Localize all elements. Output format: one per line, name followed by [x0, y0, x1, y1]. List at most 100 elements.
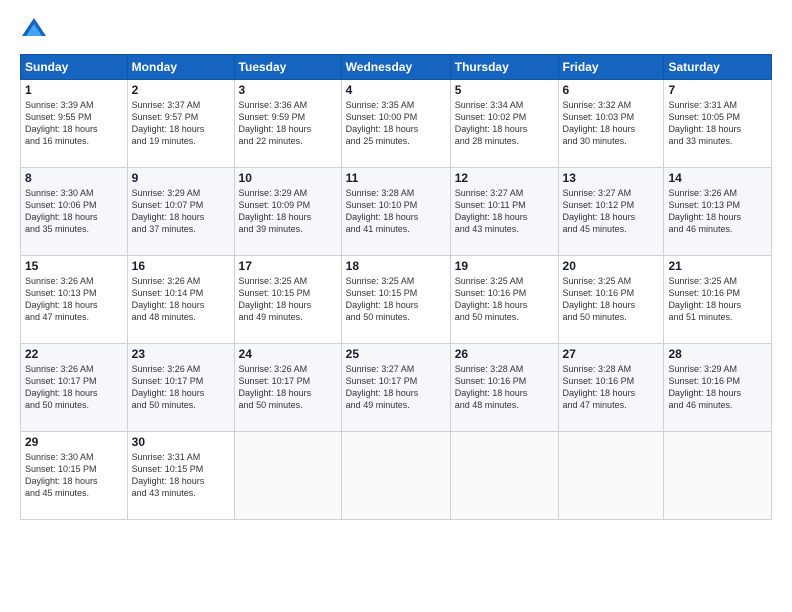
calendar-cell: 17 Sunrise: 3:25 AMSunset: 10:15 PMDaylig… — [234, 256, 341, 344]
day-detail: Sunrise: 3:26 AMSunset: 10:17 PMDaylight… — [132, 363, 230, 412]
day-number: 25 — [346, 347, 446, 361]
day-detail: Sunrise: 3:27 AMSunset: 10:11 PMDaylight… — [455, 187, 554, 236]
day-number: 16 — [132, 259, 230, 273]
day-number: 28 — [668, 347, 767, 361]
day-detail: Sunrise: 3:35 AMSunset: 10:00 PMDaylight… — [346, 99, 446, 148]
day-number: 3 — [239, 83, 337, 97]
day-detail: Sunrise: 3:25 AMSunset: 10:15 PMDaylight… — [346, 275, 446, 324]
day-detail: Sunrise: 3:26 AMSunset: 10:17 PMDaylight… — [25, 363, 123, 412]
calendar-cell: 13 Sunrise: 3:27 AMSunset: 10:12 PMDaylig… — [558, 168, 664, 256]
day-number: 19 — [455, 259, 554, 273]
calendar-cell: 15Sunrise: 3:26 AMSunset: 10:13 PMDaylig… — [21, 256, 128, 344]
day-detail: Sunrise: 3:39 AMSunset: 9:55 PMDaylight:… — [25, 99, 123, 148]
calendar-cell: 30 Sunrise: 3:31 AMSunset: 10:15 PMDaylig… — [127, 432, 234, 520]
day-detail: Sunrise: 3:28 AMSunset: 10:10 PMDaylight… — [346, 187, 446, 236]
calendar-cell — [664, 432, 772, 520]
day-detail: Sunrise: 3:27 AMSunset: 10:12 PMDaylight… — [563, 187, 660, 236]
day-detail: Sunrise: 3:27 AMSunset: 10:17 PMDaylight… — [346, 363, 446, 412]
calendar-week-4: 22 Sunrise: 3:26 AMSunset: 10:17 PMDaylig… — [21, 344, 772, 432]
day-number: 20 — [563, 259, 660, 273]
header — [20, 16, 772, 44]
day-number: 21 — [668, 259, 767, 273]
day-number: 14 — [668, 171, 767, 185]
calendar-cell: 24 Sunrise: 3:26 AMSunset: 10:17 PMDaylig… — [234, 344, 341, 432]
calendar-cell: 7 Sunrise: 3:31 AMSunset: 10:05 PMDayligh… — [664, 80, 772, 168]
calendar-cell: 25 Sunrise: 3:27 AMSunset: 10:17 PMDaylig… — [341, 344, 450, 432]
day-detail: Sunrise: 3:36 AMSunset: 9:59 PMDaylight:… — [239, 99, 337, 148]
page: SundayMondayTuesdayWednesdayThursdayFrid… — [0, 0, 792, 612]
calendar-cell — [558, 432, 664, 520]
day-number: 17 — [239, 259, 337, 273]
day-detail: Sunrise: 3:32 AMSunset: 10:03 PMDaylight… — [563, 99, 660, 148]
calendar-cell: 21 Sunrise: 3:25 AMSunset: 10:16 PMDaylig… — [664, 256, 772, 344]
day-detail: Sunrise: 3:25 AMSunset: 10:16 PMDaylight… — [563, 275, 660, 324]
day-detail: Sunrise: 3:29 AMSunset: 10:07 PMDaylight… — [132, 187, 230, 236]
day-number: 23 — [132, 347, 230, 361]
day-detail: Sunrise: 3:29 AMSunset: 10:09 PMDaylight… — [239, 187, 337, 236]
calendar-cell: 11 Sunrise: 3:28 AMSunset: 10:10 PMDaylig… — [341, 168, 450, 256]
calendar-cell — [234, 432, 341, 520]
day-detail: Sunrise: 3:25 AMSunset: 10:16 PMDaylight… — [668, 275, 767, 324]
calendar-cell: 20 Sunrise: 3:25 AMSunset: 10:16 PMDaylig… — [558, 256, 664, 344]
day-number: 30 — [132, 435, 230, 449]
calendar-cell: 5Sunrise: 3:34 AMSunset: 10:02 PMDayligh… — [450, 80, 558, 168]
calendar-cell: 2Sunrise: 3:37 AMSunset: 9:57 PMDaylight… — [127, 80, 234, 168]
day-detail: Sunrise: 3:30 AMSunset: 10:15 PMDaylight… — [25, 451, 123, 500]
calendar-cell — [341, 432, 450, 520]
calendar-week-2: 8Sunrise: 3:30 AMSunset: 10:06 PMDayligh… — [21, 168, 772, 256]
calendar-cell: 9 Sunrise: 3:29 AMSunset: 10:07 PMDayligh… — [127, 168, 234, 256]
weekday-header-row: SundayMondayTuesdayWednesdayThursdayFrid… — [21, 55, 772, 80]
calendar-cell: 27Sunrise: 3:28 AMSunset: 10:16 PMDaylig… — [558, 344, 664, 432]
weekday-header-monday: Monday — [127, 55, 234, 80]
day-number: 4 — [346, 83, 446, 97]
weekday-header-thursday: Thursday — [450, 55, 558, 80]
calendar-cell: 1 Sunrise: 3:39 AMSunset: 9:55 PMDaylight… — [21, 80, 128, 168]
calendar-cell: 10 Sunrise: 3:29 AMSunset: 10:09 PMDaylig… — [234, 168, 341, 256]
day-detail: Sunrise: 3:29 AMSunset: 10:16 PMDaylight… — [668, 363, 767, 412]
day-detail: Sunrise: 3:31 AMSunset: 10:05 PMDaylight… — [668, 99, 767, 148]
calendar-cell: 23 Sunrise: 3:26 AMSunset: 10:17 PMDaylig… — [127, 344, 234, 432]
weekday-header-sunday: Sunday — [21, 55, 128, 80]
day-number: 6 — [563, 83, 660, 97]
calendar-table: SundayMondayTuesdayWednesdayThursdayFrid… — [20, 54, 772, 520]
weekday-header-friday: Friday — [558, 55, 664, 80]
day-detail: Sunrise: 3:31 AMSunset: 10:15 PMDaylight… — [132, 451, 230, 500]
calendar-cell: 3 Sunrise: 3:36 AMSunset: 9:59 PMDaylight… — [234, 80, 341, 168]
day-detail: Sunrise: 3:25 AMSunset: 10:15 PMDaylight… — [239, 275, 337, 324]
day-number: 5 — [455, 83, 554, 97]
day-number: 1 — [25, 83, 123, 97]
day-detail: Sunrise: 3:26 AMSunset: 10:14 PMDaylight… — [132, 275, 230, 324]
day-number: 22 — [25, 347, 123, 361]
calendar-cell: 8Sunrise: 3:30 AMSunset: 10:06 PMDayligh… — [21, 168, 128, 256]
calendar-cell: 16 Sunrise: 3:26 AMSunset: 10:14 PMDaylig… — [127, 256, 234, 344]
calendar-week-3: 15Sunrise: 3:26 AMSunset: 10:13 PMDaylig… — [21, 256, 772, 344]
calendar-cell: 4 Sunrise: 3:35 AMSunset: 10:00 PMDayligh… — [341, 80, 450, 168]
day-number: 8 — [25, 171, 123, 185]
day-number: 10 — [239, 171, 337, 185]
day-detail: Sunrise: 3:26 AMSunset: 10:17 PMDaylight… — [239, 363, 337, 412]
day-number: 13 — [563, 171, 660, 185]
calendar-cell: 6 Sunrise: 3:32 AMSunset: 10:03 PMDayligh… — [558, 80, 664, 168]
calendar-week-5: 29 Sunrise: 3:30 AMSunset: 10:15 PMDaylig… — [21, 432, 772, 520]
calendar-cell: 28 Sunrise: 3:29 AMSunset: 10:16 PMDaylig… — [664, 344, 772, 432]
day-number: 7 — [668, 83, 767, 97]
day-number: 24 — [239, 347, 337, 361]
calendar-week-1: 1 Sunrise: 3:39 AMSunset: 9:55 PMDaylight… — [21, 80, 772, 168]
calendar-cell: 14Sunrise: 3:26 AMSunset: 10:13 PMDaylig… — [664, 168, 772, 256]
calendar-cell — [450, 432, 558, 520]
day-number: 12 — [455, 171, 554, 185]
calendar-cell: 19 Sunrise: 3:25 AMSunset: 10:16 PMDaylig… — [450, 256, 558, 344]
calendar-cell: 29 Sunrise: 3:30 AMSunset: 10:15 PMDaylig… — [21, 432, 128, 520]
day-detail: Sunrise: 3:25 AMSunset: 10:16 PMDaylight… — [455, 275, 554, 324]
calendar-cell: 18 Sunrise: 3:25 AMSunset: 10:15 PMDaylig… — [341, 256, 450, 344]
calendar-cell: 12 Sunrise: 3:27 AMSunset: 10:11 PMDaylig… — [450, 168, 558, 256]
day-number: 26 — [455, 347, 554, 361]
logo — [20, 16, 52, 44]
day-number: 29 — [25, 435, 123, 449]
day-number: 18 — [346, 259, 446, 273]
day-number: 11 — [346, 171, 446, 185]
weekday-header-wednesday: Wednesday — [341, 55, 450, 80]
logo-icon — [20, 16, 48, 44]
day-number: 9 — [132, 171, 230, 185]
day-detail: Sunrise: 3:26 AMSunset: 10:13 PMDaylight… — [25, 275, 123, 324]
